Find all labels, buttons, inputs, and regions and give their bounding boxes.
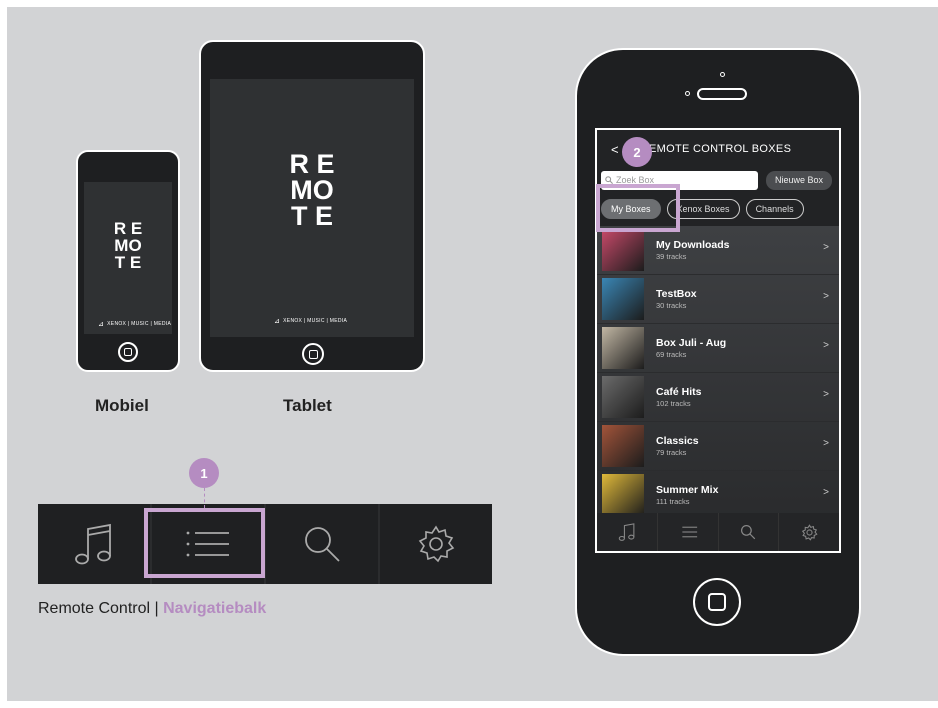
box-track-count: 111 tracks <box>656 497 690 506</box>
search-icon <box>305 527 340 562</box>
remote-logo: R E MO T E <box>289 149 335 231</box>
brand-logo: ⊿ XENOX | MUSIC | MEDIA <box>274 318 348 325</box>
box-track-count: 30 tracks <box>656 301 687 310</box>
app-title: EMOTE CONTROL BOXES <box>649 143 792 155</box>
chevron-right-icon: > <box>823 389 829 400</box>
caption: Remote Control | Navigatiebalk <box>38 600 266 618</box>
search-icon <box>741 525 756 540</box>
caption-highlight: Navigatiebalk <box>163 600 267 617</box>
mobile-label: Mobiel <box>95 396 149 415</box>
mobile-screen: R E MO T E ⊿ XENOX | MUSIC | MEDIA <box>84 182 172 334</box>
list-item[interactable]: Café Hits 102 tracks > <box>597 373 839 422</box>
brand-logo: ⊿ XENOX | MUSIC | MEDIA <box>98 321 172 328</box>
app-tab-list[interactable] <box>658 513 719 551</box>
app-tab-music[interactable] <box>597 513 658 551</box>
home-button[interactable] <box>302 343 324 365</box>
tablet-label: Tablet <box>283 396 332 415</box>
new-box-button[interactable]: Nieuwe Box <box>766 170 833 190</box>
nav-item-music[interactable] <box>38 504 152 584</box>
tablet-device: R E MO T E ⊿ XENOX | MUSIC | MEDIA <box>199 40 425 372</box>
mobile-device: R E MO T E ⊿ XENOX | MUSIC | MEDIA <box>76 150 180 372</box>
list-icon <box>681 526 697 538</box>
album-thumbnail <box>602 474 644 516</box>
gear-icon <box>418 525 455 563</box>
tablet-screen: R E MO T E ⊿ XENOX | MUSIC | MEDIA <box>210 79 414 337</box>
nav-item-search[interactable] <box>266 504 380 584</box>
chevron-right-icon: > <box>823 340 829 351</box>
chevron-right-icon: > <box>823 242 829 253</box>
caption-prefix: Remote Control | <box>38 600 164 617</box>
album-thumbnail <box>602 278 644 320</box>
step-badge-2: 2 <box>622 137 652 167</box>
nav-highlight-frame <box>144 508 265 578</box>
box-title: TestBox <box>656 288 697 300</box>
list-item[interactable]: Classics 79 tracks > <box>597 422 839 471</box>
box-title: Box Juli - Aug <box>656 337 727 349</box>
box-track-count: 39 tracks <box>656 252 687 261</box>
box-title: Classics <box>656 435 699 447</box>
back-icon[interactable]: < <box>611 142 619 157</box>
app-tab-settings[interactable] <box>779 513 839 551</box>
chip-channels[interactable]: Channels <box>745 199 804 219</box>
box-track-count: 69 tracks <box>656 350 687 359</box>
box-track-count: 102 tracks <box>656 399 691 408</box>
remote-logo: R E MO T E <box>113 219 143 272</box>
camera-dot <box>720 72 725 77</box>
album-thumbnail <box>602 376 644 418</box>
box-title: My Downloads <box>656 239 730 251</box>
earpiece <box>697 88 747 100</box>
navigation-bar <box>38 504 492 584</box>
sensor-dot <box>685 91 690 96</box>
search-icon <box>605 176 613 184</box>
music-note-icon <box>75 523 111 565</box>
box-title: Café Hits <box>656 386 702 398</box>
chevron-right-icon: > <box>823 291 829 302</box>
home-button[interactable] <box>693 578 741 626</box>
nav-item-settings[interactable] <box>380 504 492 584</box>
album-thumbnail <box>602 327 644 369</box>
step-badge-1: 1 <box>189 458 219 488</box>
my-boxes-highlight-frame <box>596 184 680 232</box>
chevron-right-icon: > <box>823 438 829 449</box>
home-button[interactable] <box>118 342 138 362</box>
album-thumbnail <box>602 229 644 271</box>
app-tab-search[interactable] <box>719 513 780 551</box>
chevron-right-icon: > <box>823 487 829 498</box>
app-tab-bar <box>597 513 839 551</box>
list-item[interactable]: Box Juli - Aug 69 tracks > <box>597 324 839 373</box>
album-thumbnail <box>602 425 644 467</box>
badge-connector <box>204 488 205 508</box>
list-item[interactable]: TestBox 30 tracks > <box>597 275 839 324</box>
box-list: My Downloads 39 tracks > TestBox 30 tracks > B… <box>597 226 839 520</box>
box-track-count: 79 tracks <box>656 448 687 457</box>
music-note-icon <box>618 523 635 541</box>
box-title: Summer Mix <box>656 484 719 496</box>
gear-icon <box>801 523 818 541</box>
list-item[interactable]: My Downloads 39 tracks > <box>597 226 839 275</box>
